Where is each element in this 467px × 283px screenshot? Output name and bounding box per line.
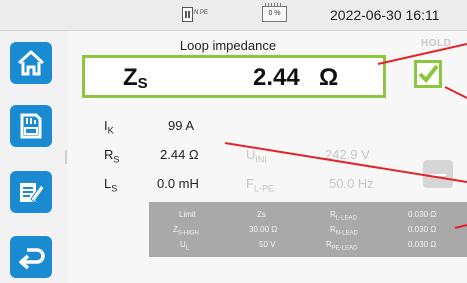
- callout-line-values: [224, 142, 467, 183]
- callout-line-main: [377, 43, 467, 65]
- callout-lines: [224, 43, 467, 229]
- callout-line-limits: [454, 224, 467, 229]
- callout-line-check: [444, 86, 467, 99]
